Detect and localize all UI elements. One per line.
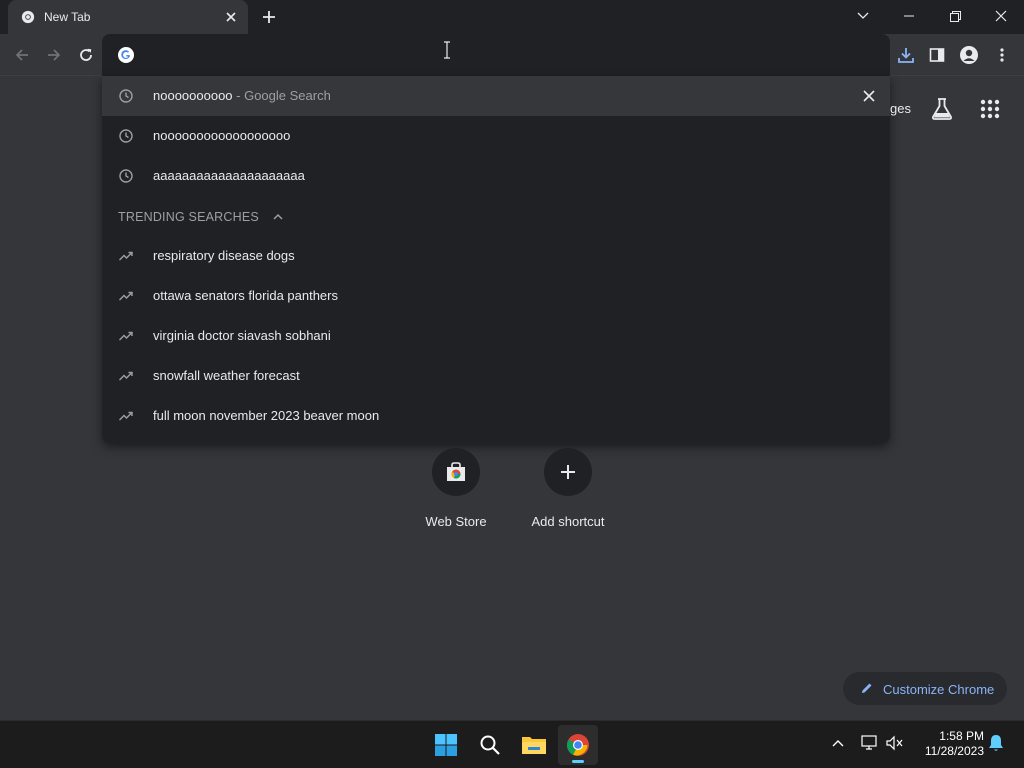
forward-button[interactable]: [41, 42, 67, 68]
forward-arrow-icon: [48, 49, 61, 61]
trending-searches-header: TRENDING SEARCHES: [118, 210, 259, 224]
side-panel-icon: [929, 48, 945, 62]
customize-chrome-button[interactable]: Customize Chrome: [843, 672, 1007, 705]
suggestion-text: noooooooooooooooooo: [153, 128, 291, 143]
search-icon: [480, 735, 500, 755]
title-bar: New Tab: [0, 0, 1024, 34]
history-clock-icon: [119, 89, 133, 103]
trending-suggestion-row[interactable]: full moon november 2023 beaver moon: [102, 396, 890, 436]
close-window-button[interactable]: [978, 0, 1024, 32]
close-icon: [995, 10, 1007, 22]
show-hidden-icons-button[interactable]: [828, 733, 848, 753]
pencil-icon: [862, 683, 872, 693]
chrome-favicon-icon: [21, 10, 35, 24]
trending-arrow-icon: [119, 291, 133, 301]
download-icon: [898, 48, 914, 63]
trending-suggestion-row[interactable]: virginia doctor siavash sobhani: [102, 316, 890, 356]
volume-status[interactable]: [885, 733, 905, 753]
taskbar: 1:58 PM 11/28/2023: [0, 720, 1024, 768]
taskbar-start[interactable]: [426, 725, 466, 765]
google-g-icon: [118, 47, 134, 63]
suggestion-text: ottawa senators florida panthers: [153, 288, 338, 303]
customize-chrome-label: Customize Chrome: [883, 682, 995, 697]
suggestion-row[interactable]: noooooooooo - Google Search: [102, 76, 890, 116]
remove-suggestion-icon[interactable]: [862, 89, 876, 103]
images-link[interactable]: ges: [890, 101, 911, 116]
clock-time: 1:58 PM: [939, 729, 984, 743]
network-status[interactable]: [860, 733, 880, 753]
omnibox-suggestions-dropdown: noooooooooo - Google Search nooooooooooo…: [102, 76, 890, 443]
downloads-button[interactable]: [893, 42, 919, 68]
trending-arrow-icon: [119, 371, 133, 381]
google-apps-icon[interactable]: [978, 97, 1002, 121]
suggestion-text: aaaaaaaaaaaaaaaaaaaaa: [153, 168, 305, 183]
suggestion-text: respiratory disease dogs: [153, 248, 295, 263]
chrome-icon: [566, 734, 589, 756]
three-dot-menu-icon: [1000, 48, 1004, 62]
shortcut-label: Web Store: [425, 514, 487, 529]
taskbar-chrome[interactable]: [558, 725, 598, 765]
suggestion-text: virginia doctor siavash sobhani: [153, 328, 331, 343]
labs-flask-icon[interactable]: [929, 96, 955, 122]
suggestion-text: noooooooooo - Google Search: [153, 88, 331, 103]
tab-search-button[interactable]: [840, 0, 886, 32]
trending-suggestion-row[interactable]: ottawa senators florida panthers: [102, 276, 890, 316]
reload-icon: [80, 48, 92, 61]
system-clock[interactable]: 1:58 PM 11/28/2023: [912, 729, 984, 759]
shortcut-tile: [544, 448, 592, 496]
minimize-icon: [904, 15, 914, 17]
trending-arrow-icon: [119, 331, 133, 341]
taskbar-file-explorer[interactable]: [514, 725, 554, 765]
omnibox[interactable]: [102, 34, 890, 76]
history-clock-icon: [119, 129, 133, 143]
clock-date: 11/28/2023: [924, 744, 984, 758]
trending-arrow-icon: [119, 411, 133, 421]
trending-suggestion-row[interactable]: respiratory disease dogs: [102, 236, 890, 276]
shortcut-web-store[interactable]: Web Store: [400, 448, 512, 538]
shortcut-label: Add shortcut: [531, 514, 605, 529]
volume-muted-icon: [886, 735, 903, 751]
suggestion-row[interactable]: noooooooooooooooooo: [102, 116, 890, 156]
shortcut-tile: [432, 448, 480, 496]
back-arrow-icon: [15, 49, 28, 61]
file-explorer-icon: [522, 737, 546, 754]
restore-icon: [949, 10, 961, 22]
profile-button[interactable]: [956, 42, 982, 68]
notification-bell-icon: [989, 735, 1003, 751]
history-clock-icon: [119, 169, 133, 183]
chevron-up-icon[interactable]: [272, 211, 284, 223]
back-button[interactable]: [9, 42, 35, 68]
active-app-indicator: [572, 760, 584, 763]
side-panel-button[interactable]: [924, 42, 950, 68]
tab-new-tab[interactable]: New Tab: [8, 0, 248, 34]
tab-title: New Tab: [44, 10, 91, 24]
chevron-up-icon: [832, 740, 844, 747]
shortcut-add[interactable]: Add shortcut: [512, 448, 624, 538]
suggestion-text: full moon november 2023 beaver moon: [153, 408, 380, 423]
plus-icon: [561, 465, 575, 479]
network-icon: [861, 735, 877, 750]
web-store-icon: [447, 462, 465, 481]
notifications-button[interactable]: [986, 733, 1006, 753]
address-bar-input[interactable]: [146, 44, 846, 66]
minimize-button[interactable]: [886, 0, 932, 32]
reload-button[interactable]: [73, 42, 99, 68]
menu-button[interactable]: [989, 42, 1015, 68]
trending-arrow-icon: [119, 251, 133, 261]
suggestion-row[interactable]: aaaaaaaaaaaaaaaaaaaaa: [102, 156, 890, 196]
new-tab-button[interactable]: [258, 6, 280, 28]
suggestion-suffix: - Google Search: [232, 88, 331, 103]
trending-suggestion-row[interactable]: snowfall weather forecast: [102, 356, 890, 396]
restore-button[interactable]: [932, 0, 978, 32]
suggestion-text: snowfall weather forecast: [153, 368, 300, 383]
chevron-down-icon: [857, 12, 869, 19]
profile-avatar-icon: [960, 46, 978, 64]
close-tab-icon[interactable]: [223, 9, 239, 25]
windows-start-icon: [435, 734, 457, 756]
taskbar-search[interactable]: [470, 725, 510, 765]
text-cursor-icon: [444, 41, 450, 59]
